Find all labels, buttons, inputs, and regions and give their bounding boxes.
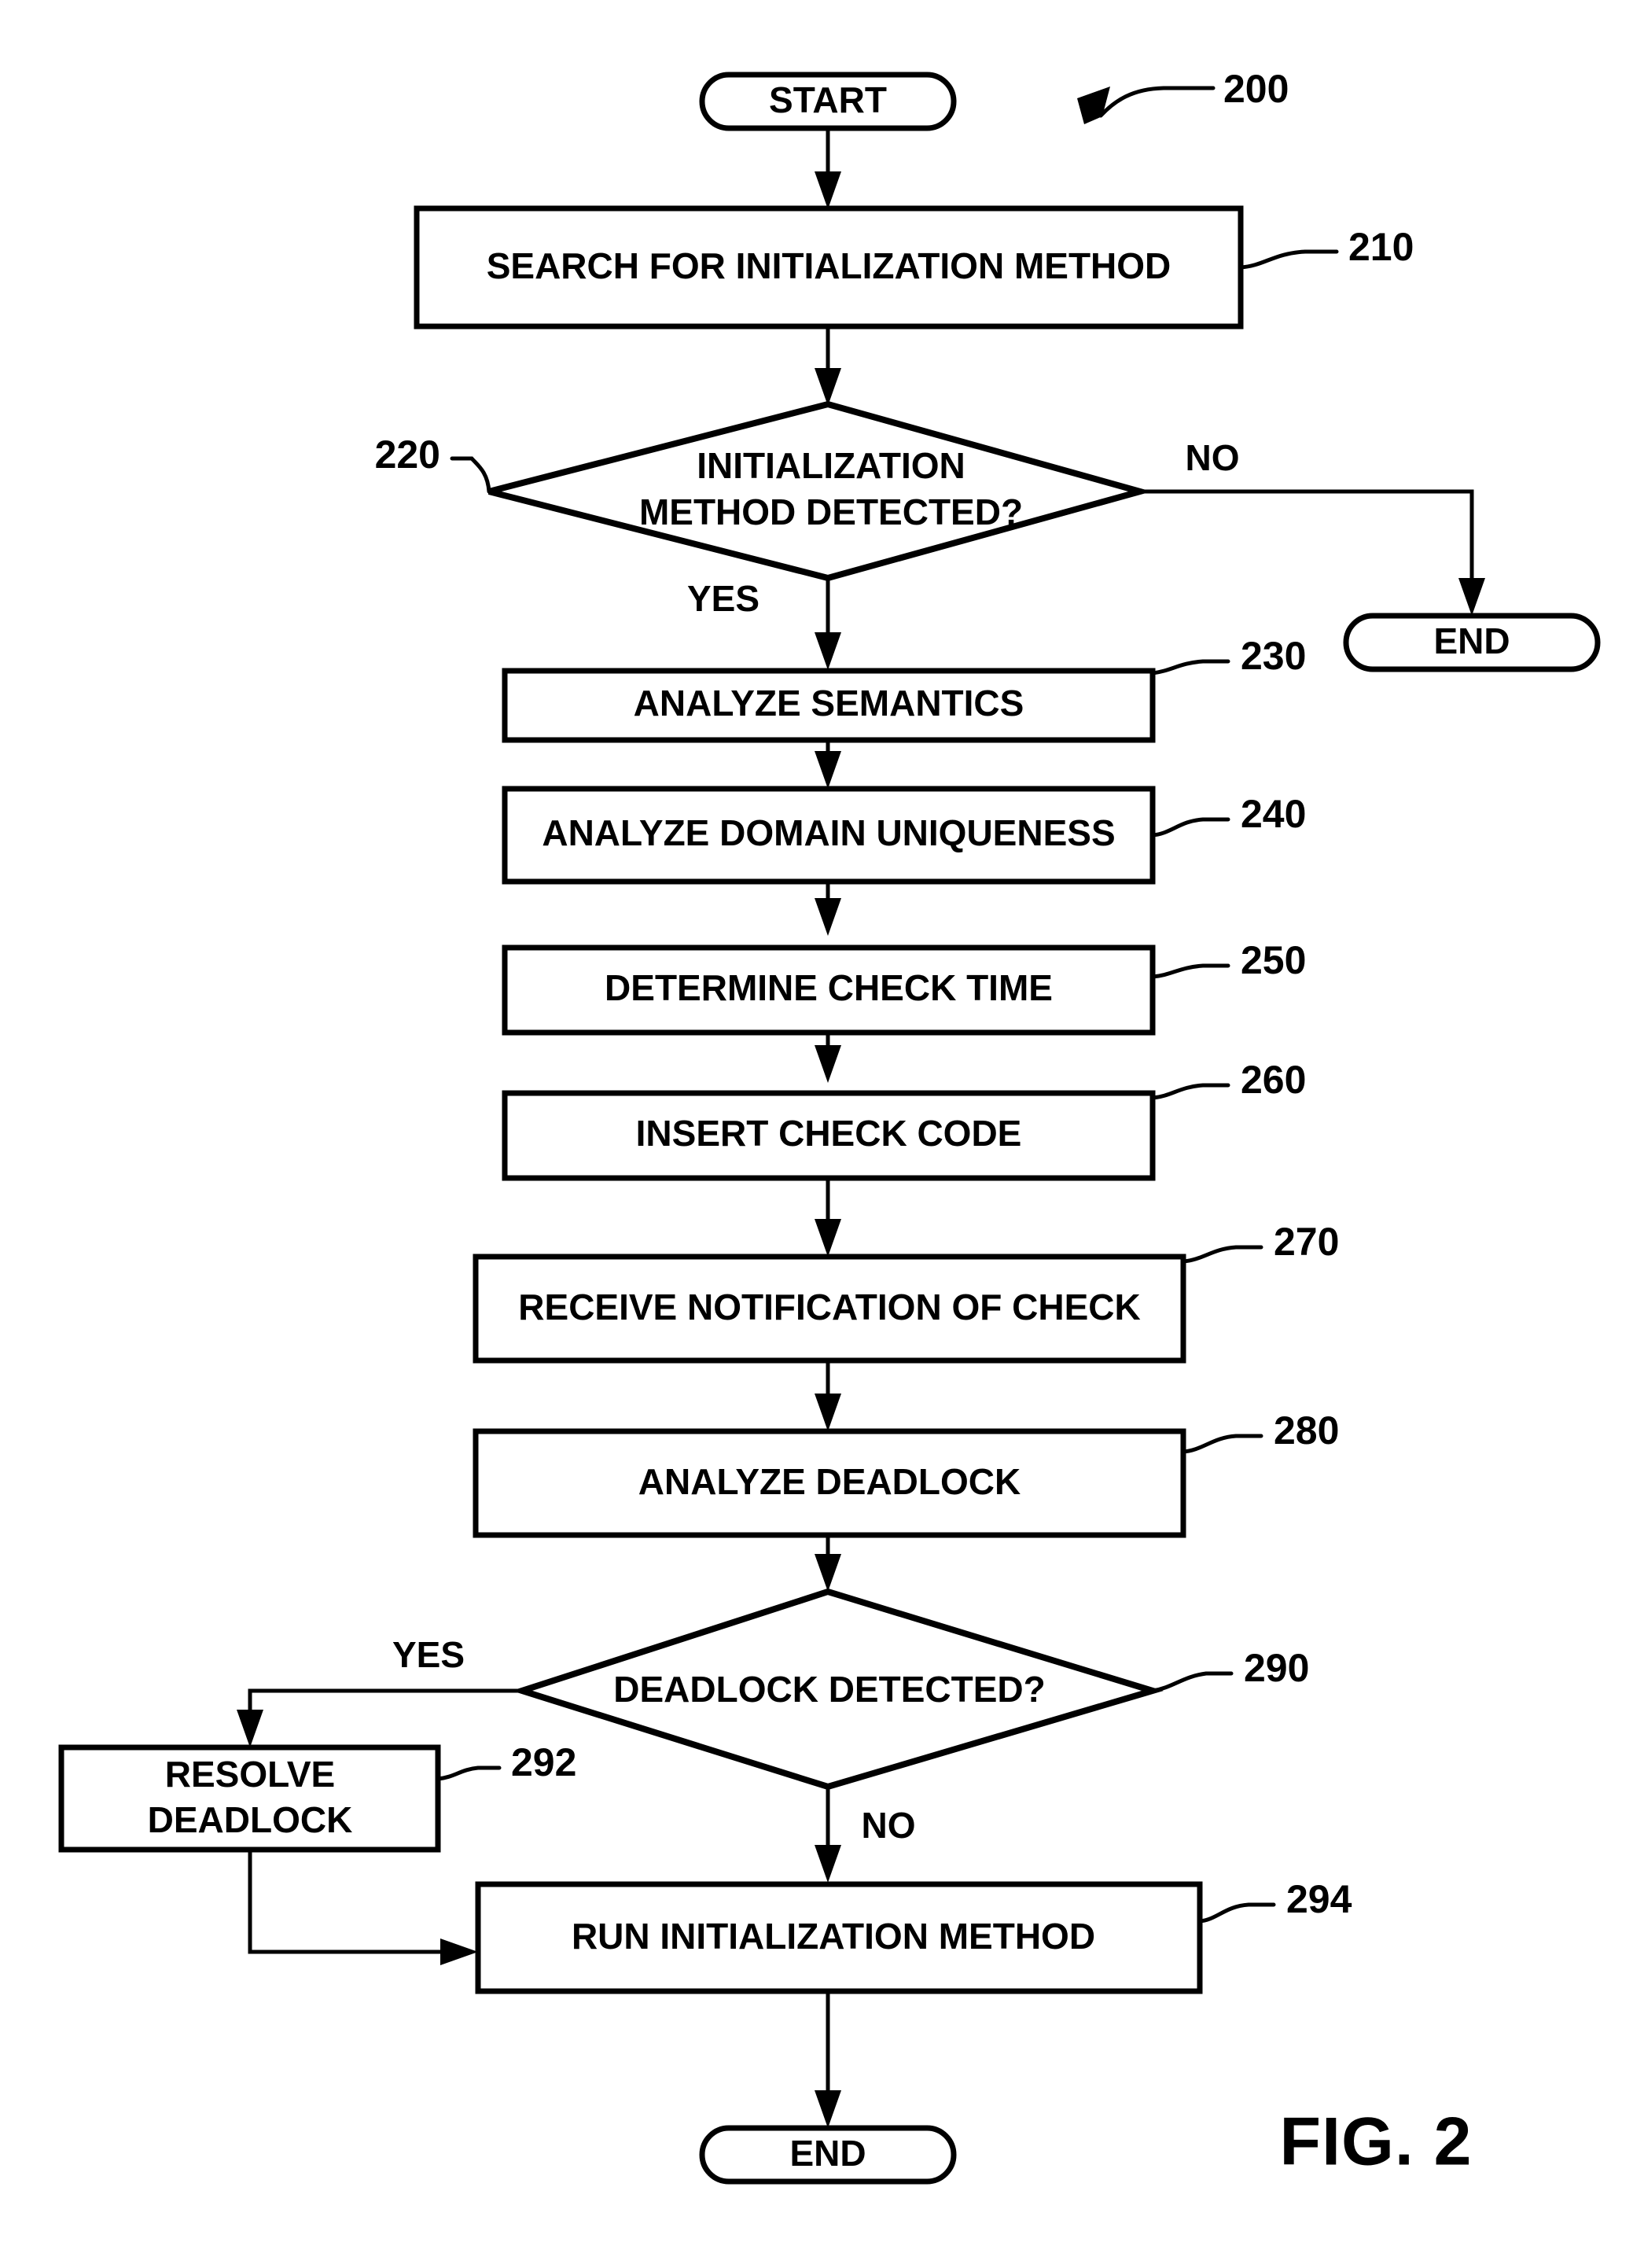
connector-decision-deadlock-yes-to-resolve: [237, 1688, 522, 1747]
diagram-ref-leader-line: [1098, 86, 1216, 118]
run-init-box-label: RUN INITIALIZATION METHOD: [572, 1916, 1095, 1957]
connector-analyze-deadlock-to-decision: [815, 1535, 841, 1592]
ref-240-label: 240: [1241, 792, 1306, 836]
branch-label-init-no: NO: [1186, 437, 1240, 478]
node-run-initialization-method[interactable]: RUN INITIALIZATION METHOD 294: [475, 1877, 1352, 1994]
connector-search-to-decision-init: [815, 326, 841, 406]
ref-220-label: 220: [375, 433, 440, 477]
node-resolve-deadlock[interactable]: RESOLVE DEADLOCK 292: [58, 1740, 576, 1853]
node-start[interactable]: START: [699, 72, 957, 131]
connector-decision-deadlock-no-to-run-init: [815, 1787, 841, 1883]
ref-292-leader-line: [436, 1765, 502, 1781]
resolve-box-label-line1: RESOLVE: [165, 1754, 335, 1795]
branch-label-deadlock-yes: YES: [392, 1634, 465, 1675]
branch-label-deadlock-no: NO: [862, 1805, 916, 1846]
ref-260-leader-line: [1150, 1083, 1230, 1100]
connector-notification-to-analyze-deadlock: [815, 1360, 841, 1431]
end-no-label: END: [1433, 620, 1510, 661]
ref-260-label: 260: [1241, 1058, 1306, 1102]
connector-run-init-to-end: [815, 1991, 841, 2128]
notification-box-label: RECEIVE NOTIFICATION OF CHECK: [518, 1287, 1140, 1327]
node-insert-check-code[interactable]: INSERT CHECK CODE 260: [502, 1058, 1306, 1181]
patent-figure-2: 200 START SEARCH FOR INITIALIZATION METH…: [0, 0, 1633, 2268]
connector-arrowhead: [815, 368, 841, 406]
node-analyze-domain-uniqueness[interactable]: ANALYZE DOMAIN UNIQUENESS 240: [502, 786, 1306, 885]
node-receive-notification-of-check[interactable]: RECEIVE NOTIFICATION OF CHECK 270: [473, 1220, 1339, 1364]
connector-start-to-search: [815, 128, 841, 209]
ref-294-leader-line: [1197, 1902, 1276, 1924]
node-end-final[interactable]: END: [699, 2125, 957, 2185]
connector-arrowhead: [237, 1710, 263, 1747]
connector-line: [248, 1688, 522, 1719]
flowchart-canvas: 200 START SEARCH FOR INITIALIZATION METH…: [58, 67, 1601, 2185]
diagram-ref-arrowhead: [1077, 87, 1110, 124]
ref-294-label: 294: [1286, 1877, 1352, 1921]
connector-arrowhead: [815, 1394, 841, 1431]
node-end-no-branch[interactable]: END: [1343, 613, 1601, 672]
connector-arrowhead: [815, 751, 841, 789]
ref-270-label: 270: [1274, 1220, 1339, 1264]
ref-210-leader-line: [1238, 249, 1339, 270]
connector-decision-init-yes-to-semantics: [815, 578, 841, 670]
connector-arrowhead: [815, 1554, 841, 1592]
connector-line: [1140, 489, 1474, 594]
ref-220-leader-line: [450, 456, 491, 494]
ref-270-leader-line: [1181, 1245, 1263, 1264]
connector-arrowhead: [815, 171, 841, 209]
decision-init-label-line2: METHOD DETECTED?: [639, 492, 1023, 532]
decision-init-label-line1: INITIALIZATION: [697, 445, 965, 486]
node-determine-check-time[interactable]: DETERMINE CHECK TIME 250: [502, 938, 1306, 1036]
diagram-ref-label: 200: [1223, 67, 1289, 111]
ref-280-label: 280: [1274, 1408, 1339, 1452]
connector-arrowhead: [440, 1938, 478, 1965]
connector-insert-code-to-notification: [815, 1178, 841, 1257]
connector-check-time-to-insert-code: [815, 1033, 841, 1083]
connector-arrowhead: [815, 2090, 841, 2128]
domain-box-label: ANALYZE DOMAIN UNIQUENESS: [542, 812, 1115, 853]
node-search-for-initialization-method[interactable]: SEARCH FOR INITIALIZATION METHOD 210: [414, 205, 1414, 330]
ref-230-leader-line: [1150, 659, 1230, 676]
node-decision-deadlock-detected[interactable]: DEADLOCK DETECTED? 290: [511, 1588, 1309, 1791]
node-analyze-deadlock[interactable]: ANALYZE DEADLOCK 280: [473, 1408, 1339, 1538]
figure-caption: FIG. 2: [1280, 2104, 1473, 2180]
end-final-label: END: [789, 2133, 866, 2174]
insert-code-box-label: INSERT CHECK CODE: [636, 1113, 1022, 1154]
semantics-box-label: ANALYZE SEMANTICS: [634, 683, 1024, 723]
connector-resolve-to-run-init: [248, 1850, 478, 1965]
connector-arrowhead: [815, 1219, 841, 1257]
node-decision-initialization-detected[interactable]: INITIALIZATION METHOD DETECTED? 220: [375, 400, 1152, 582]
branch-label-init-yes: YES: [687, 578, 759, 619]
ref-250-leader-line: [1150, 963, 1230, 979]
ref-250-label: 250: [1241, 938, 1306, 982]
connector-arrowhead: [815, 632, 841, 670]
diagram-ref-200: 200: [1077, 67, 1289, 124]
ref-280-leader-line: [1181, 1434, 1263, 1454]
connector-semantics-to-domain: [815, 740, 841, 789]
ref-290-leader-line: [1150, 1671, 1234, 1693]
ref-292-label: 292: [511, 1740, 576, 1784]
ref-210-label: 210: [1348, 225, 1414, 269]
check-time-box-label: DETERMINE CHECK TIME: [605, 967, 1053, 1008]
connector-arrowhead: [1458, 578, 1485, 616]
connector-decision-init-no-to-end: [1140, 489, 1485, 616]
node-analyze-semantics[interactable]: ANALYZE SEMANTICS 230: [502, 634, 1306, 743]
connector-domain-to-check-time: [815, 882, 841, 936]
search-box-label: SEARCH FOR INITIALIZATION METHOD: [487, 245, 1171, 286]
connector-line: [248, 1850, 448, 1954]
connector-arrowhead: [815, 1045, 841, 1083]
ref-290-label: 290: [1244, 1646, 1309, 1690]
connector-arrowhead: [815, 1845, 841, 1883]
resolve-box-label-line2: DEADLOCK: [148, 1799, 353, 1840]
ref-230-label: 230: [1241, 634, 1306, 678]
analyze-deadlock-box-label: ANALYZE DEADLOCK: [638, 1461, 1021, 1502]
connector-arrowhead: [815, 898, 841, 936]
start-label: START: [769, 79, 887, 120]
ref-240-leader-line: [1150, 817, 1230, 838]
decision-deadlock-label: DEADLOCK DETECTED?: [613, 1669, 1045, 1710]
